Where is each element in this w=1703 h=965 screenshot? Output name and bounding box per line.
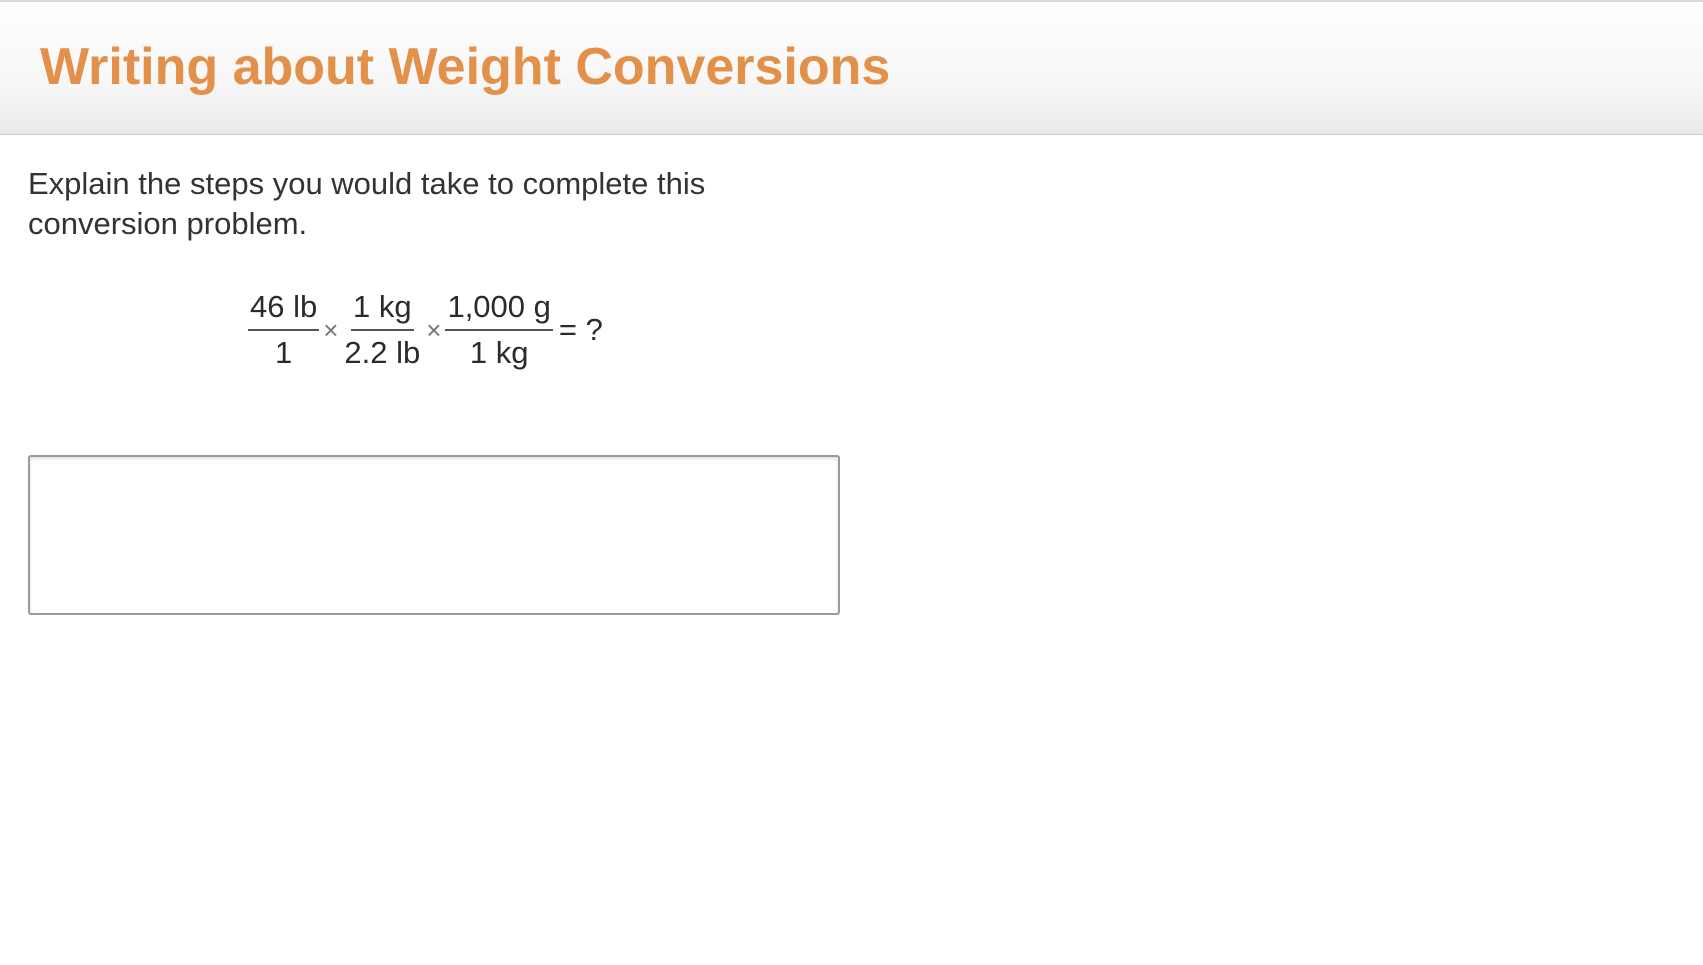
fraction-numerator: 1 kg [351,287,414,331]
fraction-denominator: 2.2 lb [344,335,421,370]
equals-question: = ? [558,312,603,347]
fraction-kg-per-lb: 1 kg 2.2 lb [342,287,422,373]
multiply-sign: × [323,314,339,345]
header-bar: Writing about Weight Conversions [0,0,1703,135]
multiply-sign: × [426,314,442,345]
question-prompt: Explain the steps you would take to comp… [28,166,706,241]
fraction-denominator: 1 kg [469,335,529,370]
conversion-equation: 46 lb 1 × 1 kg 2.2 lb × 1,000 g 1 kg = ? [248,282,603,378]
page-title: Writing about Weight Conversions [40,38,891,96]
answer-textarea[interactable] [28,455,840,615]
fraction-denominator: 1 [274,335,293,370]
fraction-numerator: 46 lb [248,287,320,331]
fraction-pounds: 46 lb 1 [248,287,320,373]
fraction-numerator: 1,000 g [445,287,553,331]
fraction-g-per-kg: 1,000 g 1 kg [445,287,553,373]
